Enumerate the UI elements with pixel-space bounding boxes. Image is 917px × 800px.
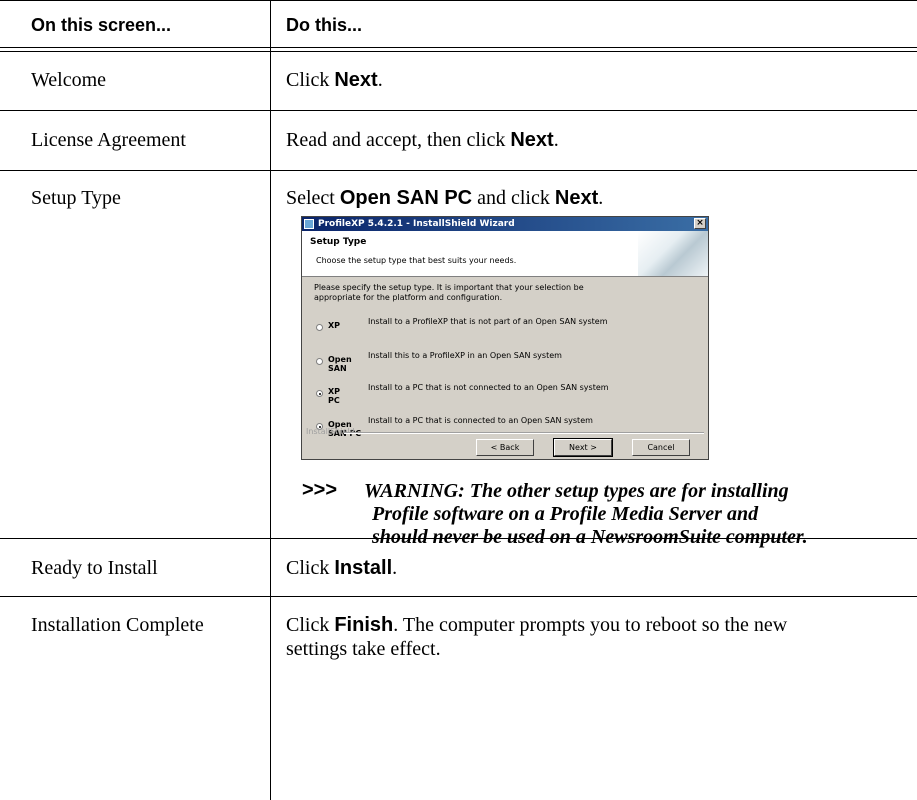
row-action-license: Read and accept, then click Next.: [286, 129, 559, 151]
row-rule: [0, 170, 917, 171]
row-screen-welcome: Welcome: [31, 69, 107, 91]
option-desc: Install this to a ProfileXP in an Open S…: [368, 351, 562, 360]
app-icon: [304, 219, 314, 229]
option-label: XP: [328, 321, 341, 330]
radio-xp-pc[interactable]: [316, 390, 323, 397]
radio-open-san[interactable]: [316, 358, 323, 365]
option-desc: Install to a PC that is connected to an …: [368, 416, 593, 425]
dialog-footer: InstallShield < Back Next > Cancel: [302, 427, 708, 459]
option-label: Open SAN: [328, 355, 352, 373]
banner-subtitle: Choose the setup type that best suits yo…: [316, 256, 517, 265]
next-button[interactable]: Next >: [553, 438, 613, 457]
footer-divider: [344, 432, 704, 434]
page-curl-graphic: [638, 231, 708, 276]
row-screen-complete: Installation Complete: [31, 614, 204, 636]
radio-xp[interactable]: [316, 324, 323, 331]
option-desc: Install to a PC that is not connected to…: [368, 383, 609, 392]
header-rule-2: [0, 51, 917, 52]
row-screen-ready: Ready to Install: [31, 557, 158, 579]
setup-intro: Please specify the setup type. It is imp…: [314, 283, 584, 302]
warning-marker: >>>: [302, 479, 338, 501]
header-action: Do this...: [286, 15, 362, 35]
row-action-setup-type: Select Open SAN PC and click Next.: [286, 187, 604, 209]
row-screen-setup-type: Setup Type: [31, 187, 121, 209]
header-screen: On this screen...: [31, 15, 172, 35]
back-button[interactable]: < Back: [476, 439, 534, 456]
dialog-title-bar: ProfileXP 5.4.2.1 - InstallShield Wizard…: [302, 217, 708, 231]
row-rule: [0, 110, 917, 111]
dialog-body: Please specify the setup type. It is imp…: [302, 277, 708, 438]
row-rule: [0, 596, 917, 597]
warning-text: WARNING: The other setup types are for i…: [364, 480, 808, 548]
column-divider: [270, 0, 271, 800]
table-top-rule: [0, 0, 917, 1]
row-action-ready: Click Install.: [286, 557, 398, 579]
dialog-title: ProfileXP 5.4.2.1 - InstallShield Wizard: [318, 219, 515, 229]
option-desc: Install to a ProfileXP that is not part …: [368, 317, 608, 326]
cancel-button[interactable]: Cancel: [632, 439, 690, 456]
banner-title: Setup Type: [310, 237, 367, 247]
option-label: XP PC: [328, 387, 341, 405]
dialog-banner: Setup Type Choose the setup type that be…: [302, 231, 708, 277]
row-screen-license: License Agreement: [31, 129, 186, 151]
row-action-welcome: Click Next.: [286, 69, 383, 91]
installshield-dialog: ProfileXP 5.4.2.1 - InstallShield Wizard…: [301, 216, 709, 460]
row-action-complete: Click Finish. The computer prompts you t…: [286, 614, 788, 660]
close-icon[interactable]: ×: [694, 218, 706, 229]
header-rule-1: [0, 47, 917, 48]
